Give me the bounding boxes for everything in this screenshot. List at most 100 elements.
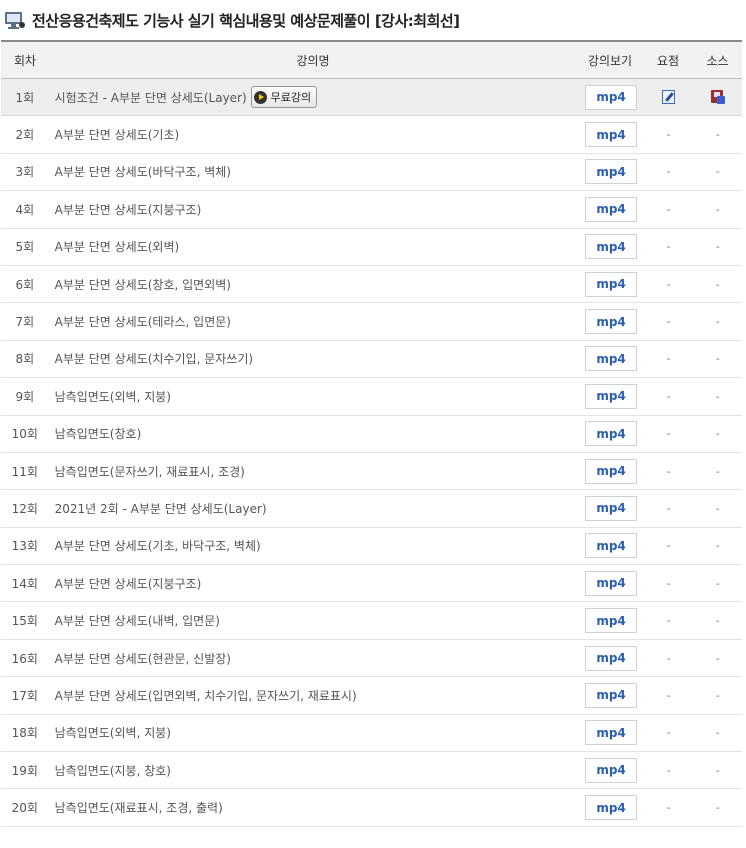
mp4-button[interactable]: mp4 — [585, 570, 638, 596]
mp4-button[interactable]: mp4 — [585, 533, 638, 559]
source-file-icon[interactable] — [710, 90, 725, 105]
source-cell: - — [693, 203, 742, 216]
mp4-button[interactable]: mp4 — [585, 458, 638, 484]
col-header-no: 회차 — [13, 53, 37, 68]
note-cell: - — [644, 352, 694, 365]
row-title-cell: A부분 단면 상세도(기초, 바닥구조, 벽체) — [49, 537, 579, 554]
source-empty: - — [715, 315, 720, 329]
view-cell: mp4 — [578, 271, 643, 297]
source-empty: - — [715, 128, 720, 142]
free-lecture-button[interactable]: 무료강의 — [250, 86, 318, 109]
memo-edit-icon[interactable] — [662, 90, 676, 105]
row-title-cell: A부분 단면 상세도(기초) — [49, 126, 579, 143]
source-empty: - — [715, 576, 720, 590]
table-row: 16회 A부분 단면 상세도(현관문, 신발장) mp4 - - — [1, 640, 742, 678]
table-row: 12회 2021년 2회 - A부분 단면 상세도(Layer) mp4 - - — [1, 490, 742, 528]
table-row: 13회 A부분 단면 상세도(기초, 바닥구조, 벽체) mp4 - - — [1, 528, 742, 566]
lecture-title: A부분 단면 상세도(기초, 바닥구조, 벽체) — [54, 539, 261, 554]
source-cell: - — [693, 726, 742, 739]
note-empty: - — [666, 726, 671, 740]
mp4-button[interactable]: mp4 — [585, 159, 638, 185]
source-cell: - — [693, 165, 742, 178]
mp4-button[interactable]: mp4 — [585, 795, 638, 821]
row-number: 9회 — [15, 389, 35, 404]
source-empty: - — [715, 389, 720, 403]
note-cell: - — [644, 128, 694, 141]
note-empty: - — [666, 277, 671, 291]
note-empty: - — [666, 427, 671, 441]
mp4-button[interactable]: mp4 — [585, 309, 638, 335]
mp4-button[interactable]: mp4 — [585, 196, 638, 222]
mp4-button[interactable]: mp4 — [585, 346, 638, 372]
lecture-title: A부분 단면 상세도(바닥구조, 벽체) — [54, 165, 231, 180]
source-empty: - — [715, 427, 720, 441]
source-cell: - — [693, 390, 742, 403]
row-number: 1회 — [15, 90, 35, 105]
row-number: 4회 — [15, 202, 35, 217]
lecture-title: A부분 단면 상세도(기초) — [54, 128, 180, 143]
row-number: 2회 — [15, 128, 35, 143]
source-cell: - — [693, 315, 742, 328]
play-icon — [253, 90, 267, 104]
source-cell: - — [693, 614, 742, 627]
table-row: 15회 A부분 단면 상세도(내벽, 입면문) mp4 - - — [1, 602, 742, 640]
lecture-table: 회차 강의명 강의보기 요점 소스 1회 시험조건 - A부분 단면 상세도(La… — [1, 40, 742, 827]
note-cell: - — [644, 165, 694, 178]
mp4-button[interactable]: mp4 — [585, 720, 638, 746]
note-empty: - — [666, 576, 671, 590]
table-row: 2회 A부분 단면 상세도(기초) mp4 - - — [1, 116, 742, 154]
note-empty: - — [666, 688, 671, 702]
row-title-cell: A부분 단면 상세도(외벽) — [49, 238, 579, 255]
mp4-button[interactable]: mp4 — [585, 234, 638, 260]
mp4-button[interactable]: mp4 — [585, 421, 638, 447]
note-empty: - — [666, 352, 671, 366]
note-empty: - — [666, 240, 671, 254]
row-title-cell: A부분 단면 상세도(현관문, 신발장) — [49, 650, 579, 667]
row-title-cell: A부분 단면 상세도(테라스, 입면문) — [49, 313, 579, 330]
source-empty: - — [715, 539, 720, 553]
row-number: 20회 — [11, 801, 38, 816]
source-empty: - — [715, 464, 720, 478]
row-title-cell: 남측입면도(지붕, 창호) — [49, 762, 579, 779]
source-empty: - — [715, 202, 720, 216]
table-row: 20회 남측입면도(재료표시, 조경, 출력) mp4 - - — [1, 789, 742, 827]
row-number: 19회 — [11, 763, 38, 778]
lecture-title: A부분 단면 상세도(창호, 입면외벽) — [54, 277, 231, 292]
source-cell: - — [693, 652, 742, 665]
row-title-cell: 남측입면도(문자쓰기, 재료표시, 조경) — [49, 463, 579, 480]
row-number: 15회 — [11, 614, 38, 629]
lecture-title: A부분 단면 상세도(지붕구조) — [54, 202, 202, 217]
source-cell: - — [693, 502, 742, 515]
note-cell: - — [644, 240, 694, 253]
row-number: 14회 — [11, 576, 38, 591]
lecture-title: A부분 단면 상세도(지붕구조) — [54, 576, 202, 591]
mp4-button[interactable]: mp4 — [585, 757, 638, 783]
row-title-cell: A부분 단면 상세도(지붕구조) — [49, 575, 579, 592]
lecture-title: A부분 단면 상세도(내벽, 입면문) — [54, 614, 220, 629]
mp4-button[interactable]: mp4 — [585, 608, 638, 634]
page-title: 전산응용건축제도 기능사 실기 핵심내용및 예상문제풀이 [강사:최희선] — [32, 11, 460, 30]
mp4-button[interactable]: mp4 — [585, 84, 638, 110]
note-empty: - — [666, 464, 671, 478]
table-row: 8회 A부분 단면 상세도(치수기입, 문자쓰기) mp4 - - — [1, 341, 742, 379]
source-cell: - — [693, 352, 742, 365]
mp4-button[interactable]: mp4 — [585, 682, 638, 708]
note-cell: - — [644, 726, 694, 739]
mp4-button[interactable]: mp4 — [585, 495, 638, 521]
note-empty: - — [666, 763, 671, 777]
row-number: 17회 — [11, 688, 38, 703]
row-number: 13회 — [11, 539, 38, 554]
mp4-button[interactable]: mp4 — [585, 645, 638, 671]
view-cell: mp4 — [578, 645, 643, 671]
lecture-title: 남측입면도(외벽, 지붕) — [54, 726, 171, 741]
table-row: 9회 남측입면도(외벽, 지붕) mp4 - - — [1, 378, 742, 416]
mp4-button[interactable]: mp4 — [585, 122, 638, 148]
lecture-title: 남측입면도(외벽, 지붕) — [54, 389, 171, 404]
note-empty: - — [666, 614, 671, 628]
source-empty: - — [715, 726, 720, 740]
table-row: 7회 A부분 단면 상세도(테라스, 입면문) mp4 - - — [1, 303, 742, 341]
note-empty: - — [666, 315, 671, 329]
mp4-button[interactable]: mp4 — [585, 271, 638, 297]
mp4-button[interactable]: mp4 — [585, 383, 638, 409]
source-cell: - — [693, 128, 742, 141]
